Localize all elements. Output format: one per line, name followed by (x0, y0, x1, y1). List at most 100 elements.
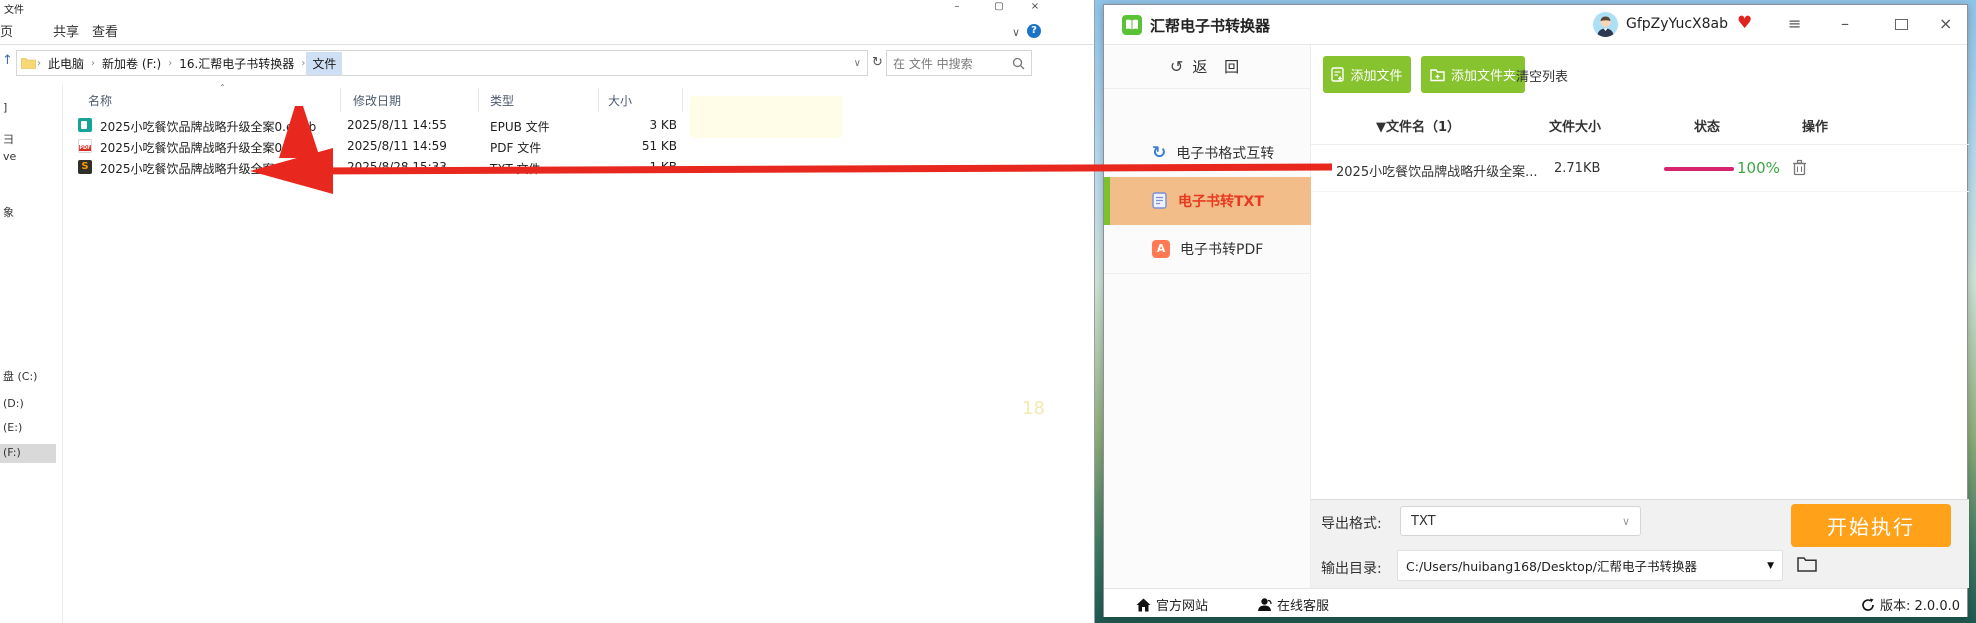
sidebar-divider (1104, 273, 1311, 274)
version-info: 版本: 2.0.0.0 (1861, 595, 1960, 614)
export-format-select[interactable]: TXT ∨ (1400, 506, 1641, 536)
file-row[interactable]: 2025小吃餐饮品牌战略升级全案0.pdf 2025/8/11 14:59 PD… (78, 139, 677, 155)
app-footer (1104, 588, 1967, 617)
explorer-address-row: ↑ › 此电脑 › 新加卷 (F:) › 16.汇帮电子书转换器 › 文件 ∨ … (0, 45, 1094, 81)
file-size: 3 KB (649, 118, 677, 132)
add-folder-button[interactable]: 添加文件夹 (1421, 56, 1525, 93)
nav-item-fragment[interactable]: ] (3, 101, 7, 114)
table-header-filename[interactable]: ▼文件名（1） (1376, 116, 1460, 135)
browse-folder-icon[interactable] (1797, 556, 1817, 573)
refresh-icon[interactable]: ↻ (872, 55, 883, 70)
tab-view[interactable]: 查看 (92, 21, 118, 40)
sidebar-item-format-convert[interactable]: ↻ 电子书格式互转 (1104, 129, 1311, 177)
sort-caret-icon: ˆ (220, 84, 225, 95)
sidebar-item-ebook-to-txt[interactable]: 电子书转TXT (1104, 177, 1311, 225)
file-date: 2025/8/11 14:55 (347, 118, 447, 132)
explorer-window: 文件 – ▢ × 页 共享 查看 ∨ ? ↑ › 此电脑 › 新加卷 (F:) … (0, 0, 1095, 623)
column-separator[interactable] (478, 88, 479, 112)
explorer-close-button[interactable]: × (1020, 0, 1050, 14)
sidebar-item-label: 电子书格式互转 (1176, 146, 1275, 162)
nav-item-fragment[interactable]: ve (3, 150, 16, 163)
back-button[interactable]: ↺ 返 回 (1104, 45, 1311, 89)
column-separator[interactable] (598, 88, 599, 112)
add-folder-label: 添加文件夹 (1450, 69, 1516, 84)
file-size: 51 KB (641, 139, 677, 153)
app-minimize-button[interactable]: – (1841, 14, 1849, 33)
app-titlebar[interactable]: 汇帮电子书转换器 GfpZyYucX8ab ♥ ≡ – × (1104, 5, 1967, 45)
back-arrow-icon: ↺ (1169, 57, 1184, 76)
output-dir-select[interactable]: C:/Users/huibang168/Desktop/汇帮电子书转换器 ▼ (1397, 550, 1783, 581)
help-icon[interactable]: ? (1027, 24, 1041, 38)
column-header-size[interactable]: 大小 (608, 92, 632, 109)
version-label: 版本: 2.0.0.0 (1880, 599, 1960, 614)
file-name[interactable]: 2025小吃餐饮品牌战略升级全案0.pdf (100, 139, 305, 156)
column-header-type[interactable]: 类型 (490, 92, 514, 109)
account-username[interactable]: GfpZyYucX8ab (1626, 16, 1728, 32)
up-arrow-icon[interactable]: ↑ (2, 53, 13, 68)
file-size: 1 KB (649, 160, 677, 174)
epub-file-icon (78, 118, 92, 132)
nav-pane-divider (62, 84, 63, 623)
add-file-button[interactable]: 添加文件 (1323, 56, 1411, 93)
explorer-maximize-button[interactable]: ▢ (984, 0, 1014, 14)
breadcrumb-drive-f[interactable]: 新加卷 (F:) (96, 52, 167, 75)
tab-share[interactable]: 共享 (53, 21, 79, 40)
app-menu-button[interactable]: ≡ (1788, 14, 1801, 33)
nav-item-fragment[interactable]: 彐 (3, 131, 14, 147)
add-file-icon (1331, 67, 1345, 82)
column-header-name[interactable]: 名称 (88, 92, 112, 109)
vip-heart-icon[interactable]: ♥ (1737, 13, 1752, 33)
pdf-file-icon (78, 139, 92, 153)
search-input[interactable]: 在 文件 中搜索 (886, 50, 1032, 76)
delete-trash-icon[interactable] (1792, 159, 1807, 176)
nav-item-fragment[interactable]: 象 (3, 204, 14, 220)
column-separator[interactable] (340, 88, 341, 112)
sidebar-item-label: 电子书转TXT (1178, 194, 1264, 210)
breadcrumb-folder[interactable]: 16.汇帮电子书转换器 (173, 52, 300, 75)
nav-item-drive-d[interactable]: (D:) (3, 397, 24, 410)
active-indicator-bar (1104, 177, 1110, 225)
app-maximize-button[interactable] (1895, 19, 1908, 30)
progress-percent: 100% (1737, 159, 1780, 177)
address-dropdown-icon[interactable]: ∨ (854, 58, 867, 69)
file-type: TXT 文件 (490, 162, 541, 176)
document-icon (1152, 192, 1167, 209)
sidebar-item-ebook-to-pdf[interactable]: A 电子书转PDF (1104, 225, 1311, 273)
official-website-label: 官方网站 (1156, 599, 1209, 614)
export-format-label: 导出格式: (1321, 516, 1382, 532)
nav-item-drive-e[interactable]: (E:) (3, 421, 22, 434)
online-support-link[interactable]: 在线客服 (1257, 595, 1329, 614)
tab-home-partial[interactable]: 页 (0, 21, 13, 40)
explorer-titlebar[interactable]: 文件 – ▢ × (0, 0, 1094, 16)
file-type: PDF 文件 (490, 141, 542, 155)
ribbon-collapse-icon[interactable]: ∨ (1012, 26, 1020, 39)
official-website-link[interactable]: 官方网站 (1136, 595, 1208, 614)
explorer-minimize-button[interactable]: – (942, 0, 972, 14)
chevron-down-icon: ∨ (1621, 514, 1630, 528)
clear-list-button[interactable]: 清空列表 (1516, 66, 1568, 85)
app-logo-icon (1122, 15, 1142, 35)
start-button[interactable]: 开始执行 (1791, 504, 1951, 547)
explorer-ribbon: 页 共享 查看 ∨ (0, 14, 1094, 45)
breadcrumb-this-pc[interactable]: 此电脑 (42, 52, 90, 75)
app-close-button[interactable]: × (1939, 14, 1952, 33)
file-name[interactable]: 2025小吃餐饮品牌战略升级全案0.epub (100, 118, 316, 135)
txt-file-icon: S (78, 160, 92, 174)
breadcrumb-current[interactable]: 文件 (306, 51, 343, 75)
customer-service-icon (1258, 598, 1272, 611)
watermark-smudge (690, 96, 842, 138)
file-name[interactable]: 2025小吃餐饮品牌战略升级全案0.txt (100, 160, 303, 177)
avatar[interactable] (1593, 12, 1618, 37)
version-refresh-icon (1862, 598, 1874, 611)
row-file-name: 2025小吃餐饮品牌战略升级全案... (1336, 165, 1538, 180)
column-header-date[interactable]: 修改日期 (353, 92, 401, 109)
file-row[interactable]: 2025小吃餐饮品牌战略升级全案0.epub 2025/8/11 14:55 E… (78, 118, 677, 134)
column-separator[interactable] (682, 88, 683, 112)
row-file-size: 2.71KB (1554, 161, 1601, 176)
nav-item-drive-f[interactable]: (F:) (3, 446, 21, 459)
nav-item-drive-c[interactable]: 盘 (C:) (3, 368, 37, 384)
file-type: EPUB 文件 (490, 120, 550, 134)
online-support-label: 在线客服 (1277, 599, 1330, 614)
breadcrumb[interactable]: › 此电脑 › 新加卷 (F:) › 16.汇帮电子书转换器 › 文件 ∨ (16, 50, 868, 76)
output-dir-label: 输出目录: (1321, 561, 1382, 577)
